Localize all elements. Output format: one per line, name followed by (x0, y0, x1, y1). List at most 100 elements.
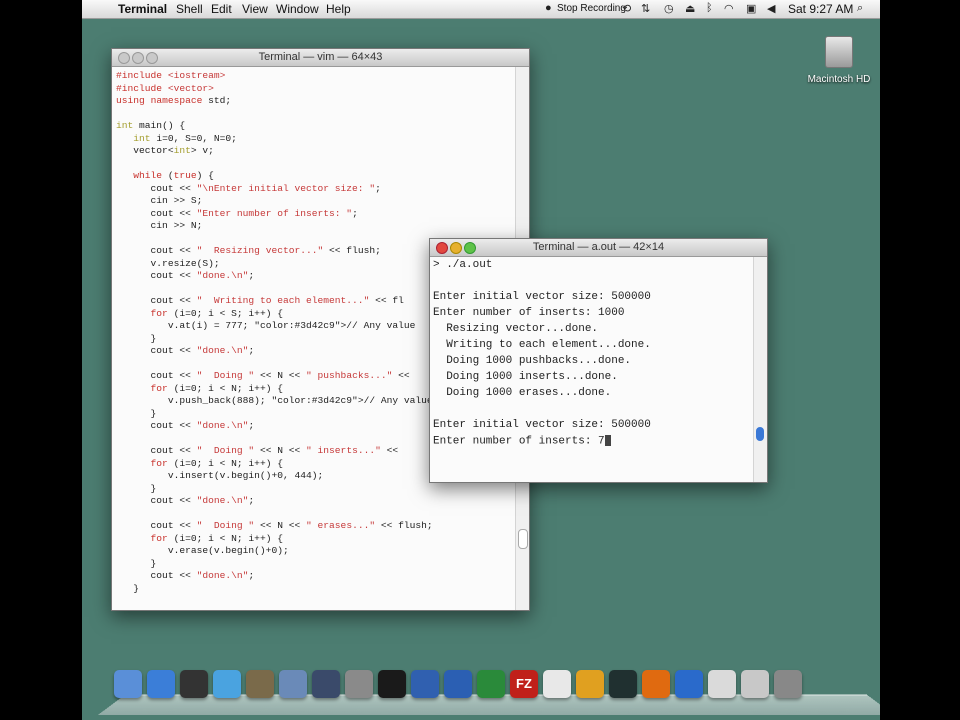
code-line: v.erase(v.begin()+0); (116, 545, 289, 556)
spotlight-search-icon[interactable]: ⌕ (857, 2, 863, 15)
stop-recording-label[interactable]: Stop Recording (557, 3, 626, 14)
code-line: v.at(i) = 777; "color:#3d42c9">// Any va… (116, 320, 416, 331)
trash-icon[interactable] (774, 670, 802, 698)
dashboard-icon[interactable] (180, 670, 208, 698)
code-line: } (116, 582, 140, 594)
macintosh-hd-drive[interactable]: Macintosh HD (804, 36, 874, 85)
code-line: vector<int> v; (116, 145, 214, 156)
display-icon[interactable]: ▣ (746, 2, 756, 15)
code-line: cout << " Writing to each element..." <<… (116, 295, 404, 306)
menubar-clock[interactable]: Sat 9:27 AM (788, 2, 853, 16)
code-line: cout << "done.\n"; (116, 270, 255, 281)
code-line: cout << "\nEnter initial vector size: "; (116, 182, 381, 194)
menu-view[interactable]: View (242, 2, 268, 16)
system-preferences-icon[interactable] (345, 670, 373, 698)
preview-icon[interactable] (279, 670, 307, 698)
screenshot-icon[interactable] (708, 670, 736, 698)
terminal-output-line: Enter number of inserts: 1000 (433, 307, 625, 319)
vim-scroll-thumb[interactable] (518, 529, 528, 549)
code-line: cout << " Doing " << N << " inserts..." … (116, 445, 404, 456)
sync-icon[interactable]: ⇅ (641, 2, 650, 15)
menu-bar: Terminal Shell Edit View Window Help ● S… (82, 0, 880, 19)
aout-terminal-window[interactable]: Terminal — a.out — 42×14 > ./a.out Enter … (429, 238, 768, 483)
vim-window-titlebar[interactable]: Terminal — vim — 64×43 (112, 49, 529, 67)
menu-shell[interactable]: Shell (176, 2, 203, 16)
terminal-output-line: > ./a.out (433, 259, 493, 271)
desktop: Terminal Shell Edit View Window Help ● S… (82, 0, 880, 720)
menu-window[interactable]: Window (276, 2, 319, 16)
thunderbird-icon[interactable] (411, 670, 439, 698)
filezilla-icon[interactable]: FZ (510, 670, 538, 698)
code-line: #include <vector> (116, 82, 214, 94)
code-line: int main() { (116, 120, 186, 131)
aout-terminal-output[interactable]: > ./a.out Enter initial vector size: 5000… (430, 257, 753, 482)
finder-icon[interactable] (114, 670, 142, 698)
minimize-button[interactable] (132, 52, 144, 64)
code-line: using namespace std; (116, 95, 232, 106)
terminal-icon[interactable] (378, 670, 406, 698)
aout-window-title: Terminal — a.out — 42×14 (532, 241, 665, 253)
text-cursor (604, 435, 611, 446)
code-line: } (116, 407, 157, 419)
terminal-output-line: Doing 1000 pushbacks...done. (433, 355, 632, 367)
dock: FZ (97, 662, 880, 720)
wifi-icon[interactable]: ◠ (724, 2, 734, 15)
code-line: } (116, 332, 157, 344)
time-machine-icon[interactable]: ⟲ (622, 2, 631, 15)
zoom-button[interactable] (146, 52, 158, 64)
minimize-button[interactable] (450, 242, 462, 254)
code-line: cout << "done.\n"; (116, 570, 255, 581)
code-line: int i=0, S=0, N=0; (133, 132, 237, 144)
bluetooth-icon[interactable]: ᛒ (706, 2, 713, 14)
code-line: cin >> N; (116, 220, 203, 231)
code-line: v.resize(S); (116, 257, 220, 269)
textedit-icon[interactable] (543, 670, 571, 698)
terminal-output-line: Writing to each element...done. (433, 339, 651, 351)
code-line: cout << "done.\n"; (116, 495, 255, 506)
eject-icon[interactable]: ⏏ (685, 2, 695, 15)
close-button[interactable] (436, 242, 448, 254)
terminal-output-line: Doing 1000 erases...done. (433, 387, 612, 399)
firefox-icon[interactable] (642, 670, 670, 698)
close-button[interactable] (118, 52, 130, 64)
code-line: cout << " Resizing vector..." << flush; (116, 245, 381, 256)
word-icon[interactable] (444, 670, 472, 698)
mission-control-icon[interactable] (312, 670, 340, 698)
drive-label: Macintosh HD (807, 74, 871, 85)
code-line: for (i=0; i < S; i++) { (150, 307, 283, 319)
code-line: cout << "Enter number of inserts: "; (116, 207, 358, 219)
aout-scroll-thumb[interactable] (756, 427, 764, 441)
code-line: for (i=0; i < N; i++) { (150, 382, 283, 394)
code-line: cout << "done.\n"; (116, 345, 255, 356)
terminal-output-line: Enter initial vector size: 500000 (433, 419, 651, 431)
zoom-button[interactable] (464, 242, 476, 254)
itunes-icon[interactable] (213, 670, 241, 698)
iphoto-icon[interactable] (246, 670, 274, 698)
code-line: while (true) { (133, 170, 214, 181)
terminal-output-line: Enter number of inserts: 7 (433, 435, 611, 447)
stop-recording-icon[interactable]: ● (545, 2, 552, 14)
excel-icon[interactable] (477, 670, 505, 698)
menu-app-terminal[interactable]: Terminal (118, 2, 167, 16)
menu-help[interactable]: Help (326, 2, 351, 16)
aout-window-titlebar[interactable]: Terminal — a.out — 42×14 (430, 239, 767, 257)
stack-icon[interactable] (741, 670, 769, 698)
network-icon[interactable] (675, 670, 703, 698)
code-line: v.insert(v.begin()+0, 444); (116, 470, 324, 481)
hard-drive-icon (825, 36, 853, 68)
code-line: } (116, 482, 157, 494)
app-store-icon[interactable] (147, 670, 175, 698)
aout-scrollbar[interactable] (753, 257, 767, 482)
code-line: cout << " Doing " << N << " pushbacks...… (116, 370, 410, 381)
menu-edit[interactable]: Edit (211, 2, 232, 16)
terminal-output-line: Doing 1000 inserts...done. (433, 371, 618, 383)
code-line: cout << "done.\n"; (116, 420, 255, 431)
clock-icon[interactable]: ◷ (664, 2, 674, 15)
activity-monitor-icon[interactable] (609, 670, 637, 698)
terminal-output-line: Resizing vector...done. (433, 323, 599, 335)
chrome-icon[interactable] (576, 670, 604, 698)
code-line: for (i=0; i < N; i++) { (150, 457, 283, 469)
code-line: v.push_back(888); "color:#3d42c9">// Any… (116, 395, 433, 406)
code-line: #include <iostream> (116, 70, 226, 81)
volume-icon[interactable]: ◀ (767, 2, 775, 15)
